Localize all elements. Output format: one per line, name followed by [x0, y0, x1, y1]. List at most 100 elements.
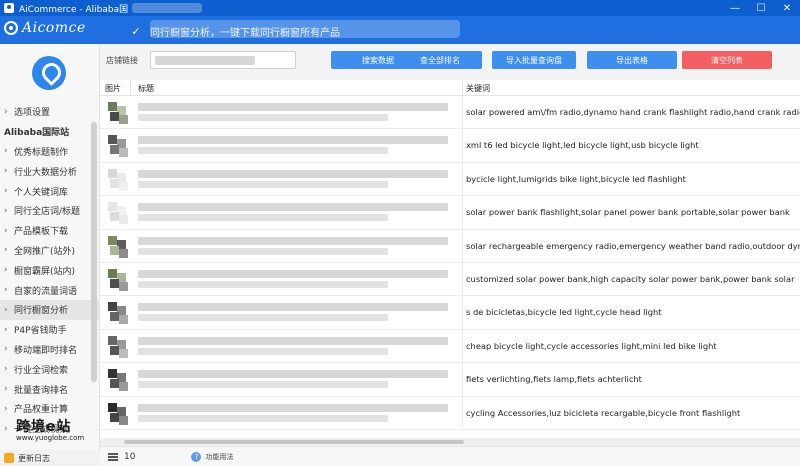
keywords-cell[interactable]: s de bicicletas,bicycle led light,cycle …: [466, 307, 662, 317]
check-all-rankings-button[interactable]: 查全部排名: [398, 51, 482, 69]
menu-icon[interactable]: [108, 452, 118, 461]
table-row[interactable]: customized solar power bank,high capacit…: [100, 262, 800, 297]
table-row[interactable]: cycling Accessories,luz bicicleta recarg…: [100, 396, 800, 430]
sidebar-item[interactable]: › 同行橱窗分析: [0, 299, 100, 320]
table-row[interactable]: bycicle light,lumigrids bike light,bicyc…: [100, 162, 800, 197]
sidebar-item[interactable]: › 行业大数据分析: [0, 161, 100, 181]
keywords-cell[interactable]: fiets verlichting,fiets lamp,fiets achte…: [466, 374, 642, 384]
sidebar-item[interactable]: › 行业全词检索: [0, 359, 100, 379]
sidebar-item-label: 个人关键词库: [14, 187, 69, 198]
sidebar-item-label: 产品权重计算: [14, 405, 69, 416]
keywords-cell[interactable]: cheap bicycle light,cycle accessories li…: [466, 341, 717, 351]
horizontal-scrollbar[interactable]: [100, 438, 800, 446]
product-image[interactable]: [104, 367, 130, 392]
sidebar-item[interactable]: › 移动端即时排名: [0, 340, 100, 360]
image-redacted-block: [108, 135, 117, 145]
column-divider[interactable]: [130, 80, 131, 96]
product-image[interactable]: [104, 100, 130, 125]
keywords-cell[interactable]: solar rechargeable emergency radio,emerg…: [466, 241, 800, 251]
sidebar-item[interactable]: › 产品模板下载: [0, 221, 100, 241]
image-redacted-block: [110, 379, 119, 389]
product-image[interactable]: [104, 401, 130, 426]
sidebar-scrollbar[interactable]: [91, 122, 97, 382]
sidebar-item-label: 选项设置: [14, 108, 51, 119]
title-redacted: [138, 236, 448, 245]
image-redacted-block: [119, 382, 128, 392]
column-divider: [462, 196, 463, 229]
table-row[interactable]: solar power bank flashlight,solar panel …: [100, 196, 800, 230]
maximize-icon[interactable]: ☐: [748, 0, 774, 16]
brand: Aicomce: [4, 20, 86, 36]
sidebar-item-label: 同行全店词/标题: [14, 207, 81, 218]
product-image[interactable]: [104, 300, 130, 325]
image-redacted-block: [119, 415, 128, 425]
product-image[interactable]: [104, 133, 130, 158]
keywords-cell[interactable]: customized solar power bank,high capacit…: [466, 274, 795, 284]
sidebar-item-label: 同行橱窗分析: [14, 306, 69, 317]
chevron-right-icon: ›: [4, 304, 8, 315]
window-title: AiCommerce - Alibaba国: [19, 4, 129, 15]
image-redacted-block: [110, 312, 119, 322]
sidebar-item[interactable]: › 优秀标题制作: [0, 142, 100, 162]
column-header-title[interactable]: 标题: [138, 83, 154, 94]
title-redacted: [138, 147, 388, 155]
keywords-cell[interactable]: solar power bank flashlight,solar panel …: [466, 207, 790, 217]
sidebar: › 选项设置 Alibaba国际站 › 优秀标题制作 › 行业大数据分析 › 个人关键词库 › 同行…: [0, 44, 100, 450]
sidebar-item[interactable]: › 自家的流量词语: [0, 280, 100, 300]
sidebar-item[interactable]: › P4P省钱助手: [0, 320, 100, 340]
title-redacted: [138, 381, 388, 389]
table-row[interactable]: solar powered am\/fm radio,dynamo hand c…: [100, 96, 800, 130]
sidebar-item[interactable]: › 个人关键词库: [0, 181, 100, 201]
product-image[interactable]: [104, 200, 130, 225]
product-image[interactable]: [104, 167, 130, 192]
image-redacted-block: [119, 148, 128, 158]
title-redacted: [138, 370, 448, 379]
product-image[interactable]: [104, 234, 130, 259]
image-redacted-block: [119, 281, 128, 291]
table-row[interactable]: cheap bicycle light,cycle accessories li…: [100, 329, 800, 364]
scrollbar-thumb[interactable]: [124, 440, 464, 444]
keywords-cell[interactable]: xml t6 led bicycle light,led bicycle lig…: [466, 140, 699, 150]
column-divider: [462, 396, 463, 429]
clear-list-button[interactable]: 清空列表: [682, 51, 772, 69]
column-header-image[interactable]: 图片: [105, 83, 121, 94]
minimize-icon[interactable]: —: [722, 0, 748, 16]
shop-link-redacted: [155, 56, 255, 65]
close-icon[interactable]: ✕: [774, 0, 800, 16]
shop-link-label: 店铺链接: [106, 56, 138, 65]
keywords-cell[interactable]: solar powered am\/fm radio,dynamo hand c…: [466, 107, 800, 117]
sidebar-item[interactable]: › 全网推广(站外): [0, 241, 100, 261]
image-redacted-block: [110, 412, 119, 422]
export-table-button[interactable]: 导出表格: [587, 51, 677, 69]
table-row[interactable]: s de bicicletas,bicycle led light,cycle …: [100, 296, 800, 330]
table-row[interactable]: xml t6 led bicycle light,led bicycle lig…: [100, 129, 800, 163]
image-redacted-block: [110, 345, 119, 355]
help-icon[interactable]: ?: [191, 451, 202, 462]
shop-link-input[interactable]: [150, 51, 296, 69]
column-divider: [462, 329, 463, 363]
title-redacted: [138, 314, 388, 322]
column-divider: [462, 129, 463, 162]
image-redacted-block: [108, 268, 117, 278]
title-redacted: [138, 136, 448, 145]
update-log-button[interactable]: 更新日志: [0, 450, 100, 466]
watermark: 跨境e站 www.yuoglobe.com: [16, 416, 106, 448]
chevron-right-icon: ›: [4, 344, 8, 355]
location-pin-icon: [32, 56, 66, 90]
sidebar-item[interactable]: › 同行全店词/标题: [0, 201, 100, 221]
table-row[interactable]: fiets verlichting,fiets lamp,fiets achte…: [100, 363, 800, 397]
keywords-cell[interactable]: bycicle light,lumigrids bike light,bicyc…: [466, 174, 686, 184]
column-divider[interactable]: [462, 80, 463, 96]
sidebar-item[interactable]: › 选项设置: [0, 102, 100, 122]
import-batch-query-button[interactable]: 导入批量查询盘: [492, 51, 576, 69]
product-image[interactable]: [104, 334, 130, 359]
table-row[interactable]: solar rechargeable emergency radio,emerg…: [100, 229, 800, 263]
product-image[interactable]: [104, 267, 130, 292]
sidebar-item[interactable]: › 橱窗霸屏(站内): [0, 260, 100, 280]
image-redacted-block: [119, 315, 128, 325]
column-header-keywords[interactable]: 关键词: [466, 83, 490, 94]
keywords-cell[interactable]: cycling Accessories,luz bicicleta recarg…: [466, 408, 740, 418]
sidebar-item[interactable]: › 批量查询排名: [0, 379, 100, 399]
chevron-right-icon: ›: [4, 265, 8, 276]
help-label[interactable]: 功能用法: [205, 452, 233, 462]
